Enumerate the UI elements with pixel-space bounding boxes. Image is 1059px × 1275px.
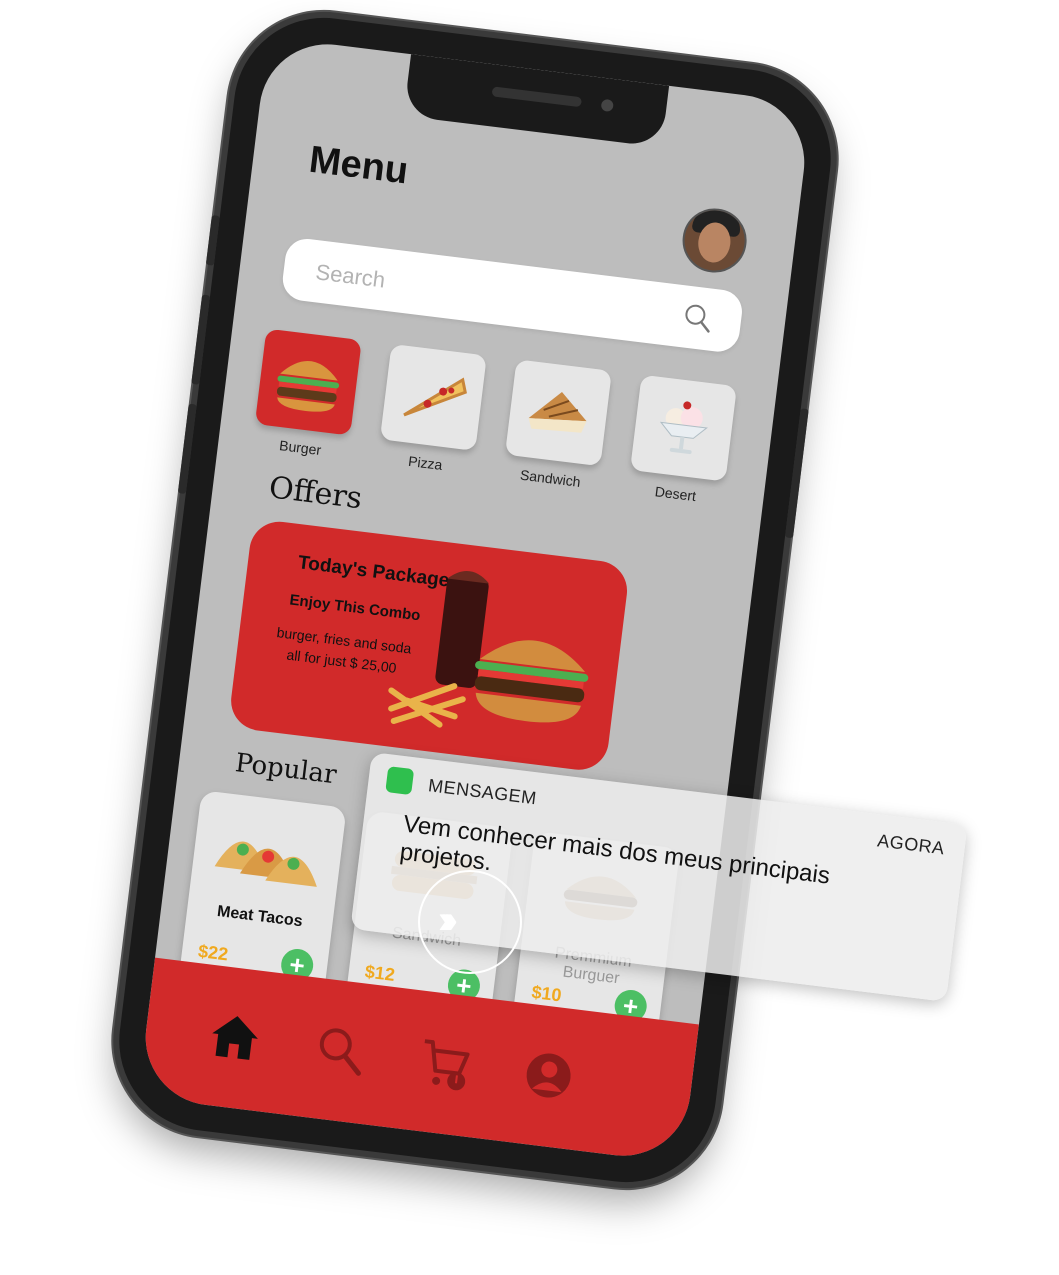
message-app-icon [385,766,415,796]
swipe-gesture-indicator: ››› [418,870,522,974]
category-desert[interactable]: Desert [627,374,737,508]
tacos-image [214,841,317,887]
phone-mockup: Menu Search Burger Pizza Sandwich Desert… [108,7,842,1193]
category-pizza[interactable]: Pizza [377,343,487,477]
offers-heading: Offers [267,470,365,517]
cart-icon[interactable] [415,1033,475,1093]
home-icon[interactable] [205,1007,265,1067]
category-tile [630,374,737,482]
search-input[interactable] [311,254,618,327]
avatar[interactable] [678,204,751,277]
category-burger[interactable]: Burger [252,328,362,462]
sandwich-icon [528,392,587,433]
item-price: $22 [196,940,230,965]
combo-image [388,571,589,728]
search-icon[interactable] [310,1020,370,1080]
category-label: Pizza [407,452,444,473]
page-title: Menu [306,138,411,193]
notification-app-name: MENSAGEM [427,775,538,809]
chevrons-right-icon: ››› [438,898,458,942]
sundae-icon [659,401,708,455]
category-label: Desert [654,483,697,505]
category-tile [254,328,362,436]
profile-icon[interactable] [519,1045,579,1105]
offer-banner[interactable]: Today's Package Enjoy This Combo burger,… [227,518,631,774]
front-camera [600,98,614,113]
item-price: $12 [363,961,396,985]
search-bar[interactable] [280,236,745,355]
category-label: Burger [278,437,323,459]
category-tile [379,343,487,451]
popular-heading: Popular [233,748,339,791]
burger-icon [276,361,340,412]
item-name: Meat Tacos [216,902,304,931]
notification-time: AGORA [876,830,946,859]
search-icon[interactable] [679,299,717,337]
category-tile [504,359,612,467]
category-sandwich[interactable]: Sandwich [502,359,612,492]
category-label: Sandwich [519,466,582,490]
pizza-icon [403,377,467,417]
speaker [491,86,583,108]
item-price: $10 [530,981,563,1006]
